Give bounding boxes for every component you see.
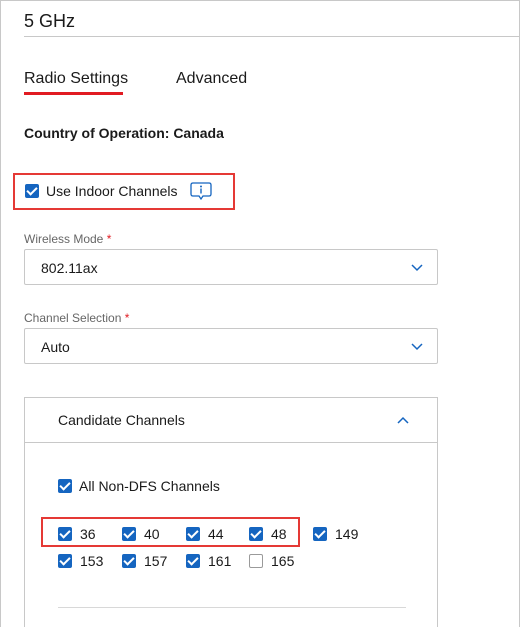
channel-selection-select[interactable]: Auto	[24, 328, 438, 364]
required-mark: *	[124, 311, 130, 325]
indoor-channels-checkbox[interactable]	[25, 184, 39, 198]
channel-153[interactable]: 153	[58, 553, 103, 569]
channel-149[interactable]: 149	[313, 526, 358, 542]
wireless-mode-select[interactable]: 802.11ax	[24, 249, 438, 285]
wireless-mode-label: Wireless Mode *	[24, 232, 111, 246]
channel-selection-value: Auto	[41, 339, 70, 355]
channel-checkbox[interactable]	[249, 527, 263, 541]
channel-165[interactable]: 165	[249, 553, 294, 569]
title-divider	[24, 36, 520, 37]
channel-40[interactable]: 40	[122, 526, 160, 542]
wireless-mode-value: 802.11ax	[41, 260, 98, 276]
channel-selection-label: Channel Selection *	[24, 311, 129, 325]
chevron-up-icon	[397, 416, 409, 424]
channel-checkbox[interactable]	[58, 527, 72, 541]
band-title: 5 GHz	[24, 11, 76, 31]
indoor-channels-label: Use Indoor Channels	[46, 183, 178, 199]
indoor-channels-row: Use Indoor Channels	[25, 181, 212, 201]
channel-checkbox[interactable]	[186, 554, 200, 568]
chevron-down-icon	[411, 343, 423, 351]
channel-label: 40	[144, 526, 160, 542]
channel-44[interactable]: 44	[186, 526, 224, 542]
channel-checkbox[interactable]	[122, 554, 136, 568]
channel-checkbox[interactable]	[122, 527, 136, 541]
candidate-channels-header[interactable]: Candidate Channels	[25, 398, 437, 443]
channel-label: 165	[271, 553, 295, 569]
all-non-dfs-checkbox[interactable]	[58, 479, 72, 493]
panel-divider	[58, 607, 406, 608]
channel-label: 153	[80, 553, 104, 569]
tab-advanced[interactable]: Advanced	[176, 70, 247, 88]
channel-selection-label-text: Channel Selection	[24, 311, 122, 325]
channel-checkbox[interactable]	[249, 554, 263, 568]
channel-checkbox[interactable]	[313, 527, 327, 541]
required-mark: *	[106, 232, 112, 246]
chevron-down-icon	[411, 264, 423, 272]
channel-label: 157	[144, 553, 168, 569]
all-non-dfs-label: All Non-DFS Channels	[79, 478, 220, 494]
tab-radio-settings[interactable]: Radio Settings	[24, 70, 128, 88]
channel-label: 36	[80, 526, 96, 542]
channel-36[interactable]: 36	[58, 526, 96, 542]
channel-161[interactable]: 161	[186, 553, 231, 569]
country-of-operation: Country of Operation: Canada	[24, 125, 224, 141]
candidate-channels-title: Candidate Channels	[58, 412, 185, 428]
channel-label: 44	[208, 526, 224, 542]
all-non-dfs-row: All Non-DFS Channels	[58, 478, 220, 494]
info-icon[interactable]	[189, 181, 212, 201]
channel-157[interactable]: 157	[122, 553, 167, 569]
channel-checkbox[interactable]	[186, 527, 200, 541]
active-tab-indicator	[24, 92, 123, 95]
channel-48[interactable]: 48	[249, 526, 287, 542]
channel-label: 161	[208, 553, 232, 569]
channel-label: 48	[271, 526, 287, 542]
channel-checkbox[interactable]	[58, 554, 72, 568]
wireless-mode-label-text: Wireless Mode	[24, 232, 104, 246]
channel-label: 149	[335, 526, 359, 542]
candidate-channels-panel: Candidate Channels	[24, 397, 438, 627]
